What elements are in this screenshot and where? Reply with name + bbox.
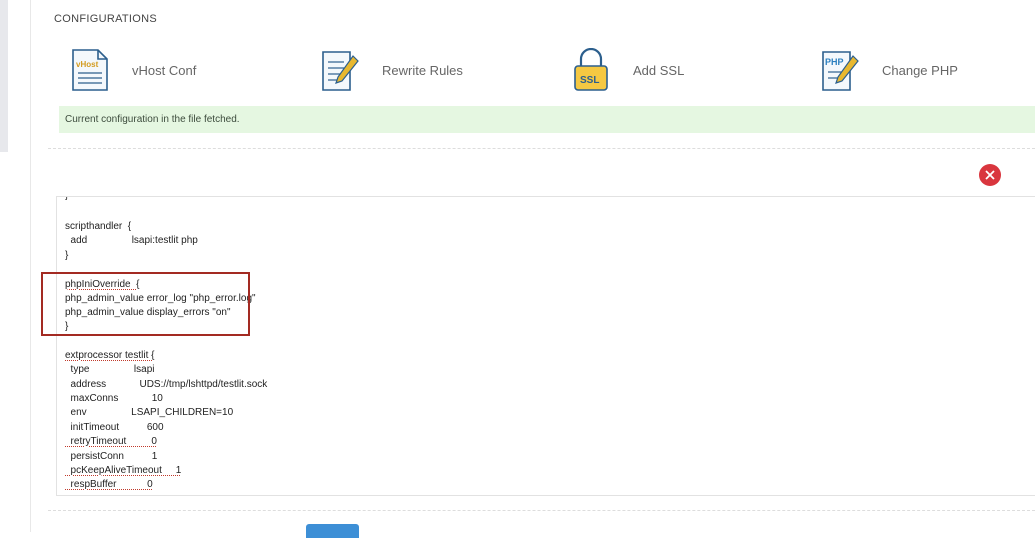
change-php-label: Change PHP	[882, 62, 958, 78]
divider	[48, 510, 1035, 511]
code-line: }	[65, 250, 69, 261]
code-line: scripthandler {	[65, 221, 132, 232]
code-line: pcKeepAliveTimeout 1	[65, 465, 182, 476]
vhost-conf-label: vHost Conf	[132, 62, 197, 78]
add-ssl-link[interactable]: SSL Add SSL	[571, 48, 684, 92]
left-sidebar-rail	[0, 0, 8, 152]
divider	[48, 148, 1035, 149]
code-line: respBuffer 0	[65, 479, 153, 490]
php-icon: PHP	[822, 51, 859, 91]
rewrite-icon	[322, 51, 359, 91]
vhost-icon: vHost	[72, 49, 108, 91]
close-icon	[985, 170, 995, 180]
code-line: extprocessor testlit {	[65, 350, 155, 361]
section-title: CONFIGURATIONS	[54, 13, 157, 25]
code-line: env LSAPI_CHILDREN=10	[65, 407, 234, 418]
svg-text:PHP: PHP	[825, 57, 844, 67]
svg-text:vHost: vHost	[76, 60, 99, 69]
vhost-conf-link[interactable]: vHost vHost Conf	[70, 48, 196, 92]
save-button[interactable]	[306, 524, 359, 538]
success-alert: Current configuration in the file fetche…	[59, 106, 1035, 133]
code-line: initTimeout 600	[65, 422, 164, 433]
code-line: add lsapi:testlit php	[65, 235, 198, 246]
code-line: address UDS://tmp/lshttpd/testlit.sock	[65, 379, 268, 390]
add-ssl-label: Add SSL	[633, 62, 685, 78]
rewrite-rules-label: Rewrite Rules	[382, 62, 463, 78]
change-php-link[interactable]: PHP Change PHP	[820, 48, 958, 92]
code-line: persistConn 1	[65, 451, 158, 462]
code-line: retryTimeout 0	[65, 436, 157, 447]
code-line: }	[65, 197, 68, 203]
code-line: type lsapi	[65, 364, 155, 375]
highlight-box	[41, 272, 250, 336]
ssl-lock-icon: SSL	[574, 48, 608, 91]
svg-text:SSL: SSL	[580, 75, 599, 86]
close-editor-button[interactable]	[979, 164, 1001, 186]
code-line: maxConns 10	[65, 393, 163, 404]
config-editor[interactable]: } scripthandler { add lsapi:testlit php …	[56, 196, 1035, 496]
rewrite-rules-link[interactable]: Rewrite Rules	[320, 48, 463, 92]
